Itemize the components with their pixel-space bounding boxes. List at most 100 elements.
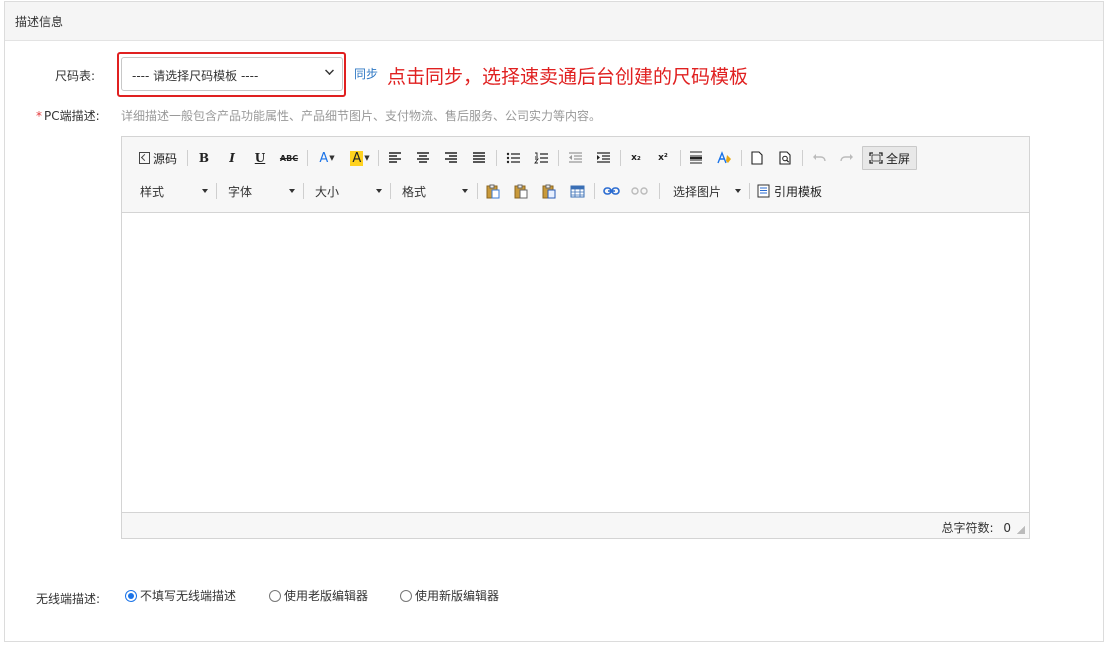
radio-option-old-editor[interactable]: 使用老版编辑器 — [269, 587, 368, 604]
align-center-button[interactable] — [414, 147, 432, 169]
caret-icon — [735, 189, 741, 193]
panel-title: 描述信息 — [5, 2, 1103, 41]
align-right-button[interactable] — [442, 147, 460, 169]
bold-button[interactable]: B — [195, 147, 213, 169]
radio-icon — [269, 589, 281, 602]
fullscreen-button[interactable]: 全屏 — [862, 146, 917, 170]
separator — [390, 183, 391, 199]
font-color-button[interactable]: A ▼ — [315, 147, 339, 169]
chevron-down-icon — [325, 66, 334, 75]
clear-format-icon — [717, 151, 731, 164]
caret-icon: ▼ — [329, 154, 335, 162]
paste-text-button[interactable] — [512, 180, 530, 202]
separator — [477, 183, 478, 199]
pc-desc-label: PC端描述: — [44, 109, 100, 123]
wireless-desc-label: 无线端描述: — [36, 592, 101, 606]
radio-option-label: 不填写无线端描述 — [140, 589, 237, 603]
caret-icon — [289, 189, 295, 193]
source-button[interactable]: 源码 — [135, 147, 181, 169]
indent-button[interactable] — [594, 147, 612, 169]
separator — [307, 150, 308, 166]
resize-grip-icon[interactable] — [1017, 526, 1025, 534]
new-document-button[interactable] — [748, 147, 766, 169]
separator — [659, 183, 660, 199]
redo-button[interactable] — [838, 147, 856, 169]
sync-link[interactable]: 同步 — [354, 65, 378, 82]
font-dropdown-label: 字体 — [228, 185, 253, 199]
radio-option-none[interactable]: 不填写无线端描述 — [125, 587, 236, 604]
superscript-button[interactable]: x² — [654, 147, 672, 169]
horizontal-rule-icon — [690, 151, 702, 164]
editor-toolbar: 源码 B I U ABC A ▼ A ▼ x₂ x² 全屏 样式 字体 大小 格… — [122, 137, 1029, 213]
separator — [496, 150, 497, 166]
pc-desc-label-wrap: * PC端描述: — [36, 107, 100, 124]
indent-icon — [596, 152, 610, 163]
separator — [216, 183, 217, 199]
preview-button[interactable] — [776, 147, 794, 169]
image-dropdown-label: 选择图片 — [673, 185, 722, 199]
separator — [594, 183, 595, 199]
template-icon — [757, 184, 770, 198]
format-dropdown[interactable]: 格式 — [402, 180, 468, 202]
bg-color-button[interactable]: A ▼ — [347, 147, 373, 169]
source-icon — [138, 152, 150, 164]
format-dropdown-label: 格式 — [402, 185, 427, 199]
subscript-button[interactable]: x₂ — [627, 147, 645, 169]
rich-text-editor: 源码 B I U ABC A ▼ A ▼ x₂ x² 全屏 样式 字体 大小 格… — [121, 136, 1030, 539]
style-dropdown[interactable]: 样式 — [140, 180, 208, 202]
separator — [558, 150, 559, 166]
caret-icon: ▼ — [364, 154, 370, 162]
align-right-icon — [445, 152, 457, 163]
numbered-list-button[interactable] — [532, 147, 550, 169]
caret-icon — [202, 189, 208, 193]
separator — [187, 150, 188, 166]
template-button[interactable]: 引用模板 — [757, 180, 827, 202]
horizontal-rule-button[interactable] — [687, 147, 705, 169]
bg-color-glyph: A — [350, 150, 364, 166]
bullet-list-button[interactable] — [504, 147, 522, 169]
radio-icon — [400, 589, 412, 602]
table-icon — [570, 185, 584, 197]
table-button[interactable] — [568, 180, 586, 202]
char-count: 总字符数: 0 — [941, 519, 1011, 536]
radio-option-label: 使用老版编辑器 — [284, 589, 369, 603]
separator — [802, 150, 803, 166]
style-dropdown-label: 样式 — [140, 185, 165, 199]
italic-button[interactable]: I — [223, 147, 241, 169]
size-dropdown[interactable]: 大小 — [315, 180, 382, 202]
paste-text-icon — [514, 184, 528, 198]
radio-icon — [125, 589, 137, 602]
strikethrough-button[interactable]: ABC — [278, 147, 300, 169]
link-icon — [602, 187, 620, 195]
char-count-value: 0 — [1003, 521, 1011, 535]
align-justify-button[interactable] — [470, 147, 488, 169]
editor-content-area[interactable] — [122, 213, 1029, 513]
separator — [378, 150, 379, 166]
undo-icon — [813, 154, 826, 162]
align-justify-icon — [473, 152, 485, 163]
align-left-button[interactable] — [386, 147, 404, 169]
font-dropdown[interactable]: 字体 — [228, 180, 295, 202]
image-dropdown[interactable]: 选择图片 — [673, 180, 741, 202]
undo-button[interactable] — [810, 147, 828, 169]
pc-desc-hint: 详细描述一般包含产品功能属性、产品细节图片、支付物流、售后服务、公司实力等内容。 — [121, 109, 602, 123]
clear-format-button[interactable] — [715, 147, 733, 169]
separator — [749, 183, 750, 199]
fullscreen-label: 全屏 — [885, 151, 910, 166]
size-template-select[interactable]: ---- 请选择尺码模板 ---- — [121, 57, 343, 91]
size-dropdown-label: 大小 — [315, 185, 340, 199]
unlink-button[interactable] — [629, 180, 649, 202]
underline-button[interactable]: U — [251, 147, 269, 169]
paste-button[interactable] — [484, 180, 502, 202]
align-center-icon — [417, 152, 429, 163]
paste-word-button[interactable] — [540, 180, 558, 202]
separator — [680, 150, 681, 166]
link-button[interactable] — [601, 180, 621, 202]
radio-option-new-editor[interactable]: 使用新版编辑器 — [400, 587, 499, 604]
caret-icon — [462, 189, 468, 193]
preview-icon — [778, 151, 791, 165]
outdent-button[interactable] — [566, 147, 584, 169]
size-chart-label: 尺码表: — [55, 69, 96, 83]
unlink-icon — [630, 187, 648, 195]
annotation-note: 点击同步，选择速卖通后台创建的尺码模板 — [387, 66, 749, 88]
